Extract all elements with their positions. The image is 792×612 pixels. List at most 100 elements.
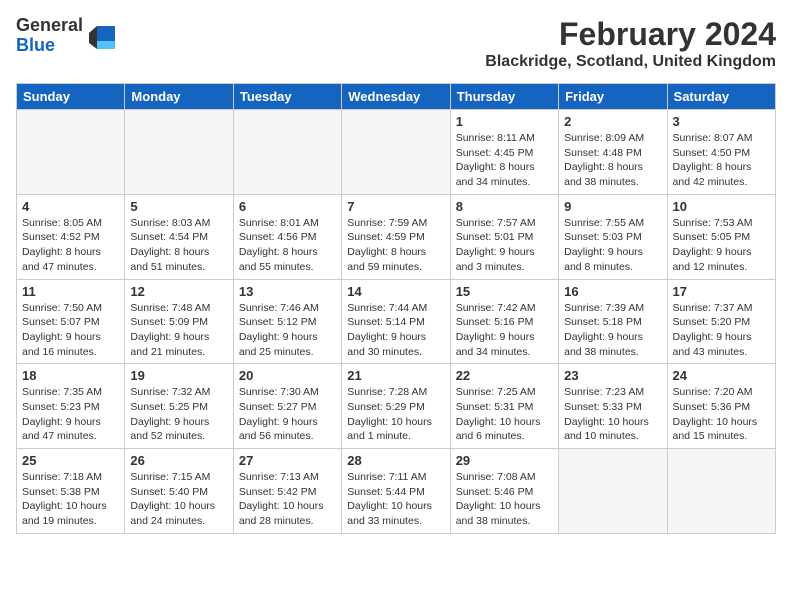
calendar-header-tuesday: Tuesday (233, 84, 341, 110)
calendar-cell: 17 Sunrise: 7:37 AM Sunset: 5:20 PM Dayli… (667, 279, 775, 364)
calendar-header-friday: Friday (559, 84, 667, 110)
calendar-cell: 6 Sunrise: 8:01 AM Sunset: 4:56 PM Daylig… (233, 194, 341, 279)
day-info: Sunrise: 7:08 AM Sunset: 5:46 PM Dayligh… (456, 470, 553, 529)
day-number: 5 (130, 199, 227, 214)
day-number: 22 (456, 368, 553, 383)
calendar-cell: 11 Sunrise: 7:50 AM Sunset: 5:07 PM Dayli… (17, 279, 125, 364)
day-info: Sunrise: 7:15 AM Sunset: 5:40 PM Dayligh… (130, 470, 227, 529)
day-number: 23 (564, 368, 661, 383)
calendar-cell: 7 Sunrise: 7:59 AM Sunset: 4:59 PM Daylig… (342, 194, 450, 279)
day-info: Sunrise: 7:25 AM Sunset: 5:31 PM Dayligh… (456, 385, 553, 444)
calendar-cell: 19Sunrise: 7:32 AM Sunset: 5:25 PM Dayli… (125, 364, 233, 449)
day-number: 12 (130, 284, 227, 299)
calendar-cell (342, 110, 450, 195)
day-number: 15 (456, 284, 553, 299)
day-info: Sunrise: 7:59 AM Sunset: 4:59 PM Dayligh… (347, 216, 444, 275)
calendar-header-sunday: Sunday (17, 84, 125, 110)
page-header: General Blue February 2024 Blackridge, S… (16, 16, 776, 71)
day-number: 16 (564, 284, 661, 299)
calendar-cell: 29Sunrise: 7:08 AM Sunset: 5:46 PM Dayli… (450, 449, 558, 534)
calendar-cell: 10 Sunrise: 7:53 AM Sunset: 5:05 PM Dayli… (667, 194, 775, 279)
day-info: Sunrise: 8:05 AM Sunset: 4:52 PM Dayligh… (22, 216, 119, 275)
day-info: Sunrise: 7:39 AM Sunset: 5:18 PM Dayligh… (564, 301, 661, 360)
day-info: Sunrise: 7:30 AM Sunset: 5:27 PM Dayligh… (239, 385, 336, 444)
day-info: Sunrise: 7:37 AM Sunset: 5:20 PM Dayligh… (673, 301, 770, 360)
calendar-cell (17, 110, 125, 195)
day-info: Sunrise: 7:55 AM Sunset: 5:03 PM Dayligh… (564, 216, 661, 275)
day-number: 13 (239, 284, 336, 299)
calendar-header-thursday: Thursday (450, 84, 558, 110)
day-info: Sunrise: 8:07 AM Sunset: 4:50 PM Dayligh… (673, 131, 770, 190)
day-number: 17 (673, 284, 770, 299)
calendar-cell: 22 Sunrise: 7:25 AM Sunset: 5:31 PM Dayli… (450, 364, 558, 449)
calendar-week-row: 11 Sunrise: 7:50 AM Sunset: 5:07 PM Dayli… (17, 279, 776, 364)
calendar-cell: 2Sunrise: 8:09 AM Sunset: 4:48 PM Daylig… (559, 110, 667, 195)
day-number: 18 (22, 368, 119, 383)
day-info: Sunrise: 7:23 AM Sunset: 5:33 PM Dayligh… (564, 385, 661, 444)
day-info: Sunrise: 7:42 AM Sunset: 5:16 PM Dayligh… (456, 301, 553, 360)
day-info: Sunrise: 8:03 AM Sunset: 4:54 PM Dayligh… (130, 216, 227, 275)
day-info: Sunrise: 7:50 AM Sunset: 5:07 PM Dayligh… (22, 301, 119, 360)
calendar-cell: 26 Sunrise: 7:15 AM Sunset: 5:40 PM Dayli… (125, 449, 233, 534)
day-info: Sunrise: 8:01 AM Sunset: 4:56 PM Dayligh… (239, 216, 336, 275)
day-info: Sunrise: 7:53 AM Sunset: 5:05 PM Dayligh… (673, 216, 770, 275)
day-info: Sunrise: 8:09 AM Sunset: 4:48 PM Dayligh… (564, 131, 661, 190)
calendar-header-wednesday: Wednesday (342, 84, 450, 110)
calendar-header-monday: Monday (125, 84, 233, 110)
calendar-cell: 4 Sunrise: 8:05 AM Sunset: 4:52 PM Daylig… (17, 194, 125, 279)
calendar-cell: 24 Sunrise: 7:20 AM Sunset: 5:36 PM Dayli… (667, 364, 775, 449)
calendar-cell: 3Sunrise: 8:07 AM Sunset: 4:50 PM Daylig… (667, 110, 775, 195)
day-info: Sunrise: 7:18 AM Sunset: 5:38 PM Dayligh… (22, 470, 119, 529)
logo: General Blue (16, 16, 117, 56)
calendar-cell: 8Sunrise: 7:57 AM Sunset: 5:01 PM Daylig… (450, 194, 558, 279)
calendar-cell: 12 Sunrise: 7:48 AM Sunset: 5:09 PM Dayli… (125, 279, 233, 364)
calendar-cell: 14 Sunrise: 7:44 AM Sunset: 5:14 PM Dayli… (342, 279, 450, 364)
day-number: 11 (22, 284, 119, 299)
calendar-header-saturday: Saturday (667, 84, 775, 110)
calendar-cell: 15 Sunrise: 7:42 AM Sunset: 5:16 PM Dayli… (450, 279, 558, 364)
day-number: 6 (239, 199, 336, 214)
calendar-cell: 5 Sunrise: 8:03 AM Sunset: 4:54 PM Daylig… (125, 194, 233, 279)
day-info: Sunrise: 7:13 AM Sunset: 5:42 PM Dayligh… (239, 470, 336, 529)
day-info: Sunrise: 7:46 AM Sunset: 5:12 PM Dayligh… (239, 301, 336, 360)
day-number: 7 (347, 199, 444, 214)
calendar-cell: 1 Sunrise: 8:11 AM Sunset: 4:45 PM Daylig… (450, 110, 558, 195)
day-number: 28 (347, 453, 444, 468)
day-number: 21 (347, 368, 444, 383)
calendar-cell (125, 110, 233, 195)
calendar-week-row: 4 Sunrise: 8:05 AM Sunset: 4:52 PM Daylig… (17, 194, 776, 279)
day-number: 4 (22, 199, 119, 214)
calendar-cell: 27 Sunrise: 7:13 AM Sunset: 5:42 PM Dayli… (233, 449, 341, 534)
day-number: 9 (564, 199, 661, 214)
day-number: 24 (673, 368, 770, 383)
calendar-cell: 13 Sunrise: 7:46 AM Sunset: 5:12 PM Dayli… (233, 279, 341, 364)
calendar-week-row: 25Sunrise: 7:18 AM Sunset: 5:38 PM Dayli… (17, 449, 776, 534)
main-title: February 2024 (485, 16, 776, 53)
calendar-week-row: 18 Sunrise: 7:35 AM Sunset: 5:23 PM Dayli… (17, 364, 776, 449)
title-area: February 2024 Blackridge, Scotland, Unit… (485, 16, 776, 71)
day-info: Sunrise: 7:32 AM Sunset: 5:25 PM Dayligh… (130, 385, 227, 444)
day-number: 10 (673, 199, 770, 214)
calendar-week-row: 1 Sunrise: 8:11 AM Sunset: 4:45 PM Daylig… (17, 110, 776, 195)
logo-blue: Blue (16, 36, 83, 56)
calendar-cell (233, 110, 341, 195)
day-number: 14 (347, 284, 444, 299)
calendar-cell (559, 449, 667, 534)
day-info: Sunrise: 7:28 AM Sunset: 5:29 PM Dayligh… (347, 385, 444, 444)
calendar-cell: 9 Sunrise: 7:55 AM Sunset: 5:03 PM Daylig… (559, 194, 667, 279)
logo-icon (87, 21, 117, 51)
day-number: 1 (456, 114, 553, 129)
day-number: 26 (130, 453, 227, 468)
day-info: Sunrise: 7:44 AM Sunset: 5:14 PM Dayligh… (347, 301, 444, 360)
day-number: 8 (456, 199, 553, 214)
subtitle: Blackridge, Scotland, United Kingdom (485, 53, 776, 71)
day-info: Sunrise: 8:11 AM Sunset: 4:45 PM Dayligh… (456, 131, 553, 190)
day-number: 27 (239, 453, 336, 468)
calendar-cell: 18 Sunrise: 7:35 AM Sunset: 5:23 PM Dayli… (17, 364, 125, 449)
day-info: Sunrise: 7:35 AM Sunset: 5:23 PM Dayligh… (22, 385, 119, 444)
day-info: Sunrise: 7:48 AM Sunset: 5:09 PM Dayligh… (130, 301, 227, 360)
calendar-cell: 21 Sunrise: 7:28 AM Sunset: 5:29 PM Dayli… (342, 364, 450, 449)
day-info: Sunrise: 7:11 AM Sunset: 5:44 PM Dayligh… (347, 470, 444, 529)
calendar-cell: 25Sunrise: 7:18 AM Sunset: 5:38 PM Dayli… (17, 449, 125, 534)
day-info: Sunrise: 7:20 AM Sunset: 5:36 PM Dayligh… (673, 385, 770, 444)
